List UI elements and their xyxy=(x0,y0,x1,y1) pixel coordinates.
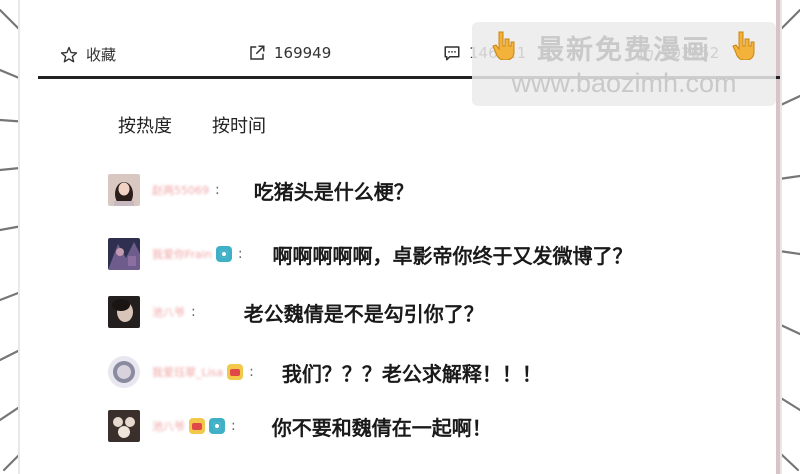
avatar[interactable] xyxy=(108,410,140,442)
favorite-button[interactable]: 收藏 xyxy=(60,44,116,65)
comment-item: 赵两55069 : 吃猪头是什么梗？ xyxy=(108,174,414,206)
star-icon xyxy=(60,46,78,62)
comment-icon xyxy=(444,46,460,61)
comment-text: 老公魏倩是不是勾引你了？ xyxy=(243,301,484,326)
favorite-label: 收藏 xyxy=(86,46,117,64)
sort-by-time-tab[interactable]: 按时间 xyxy=(212,112,266,138)
comment-text: 吃猪头是什么梗？ xyxy=(253,179,414,204)
colon-separator: : xyxy=(231,418,236,434)
username[interactable]: 赵两55069 xyxy=(152,182,209,198)
share-icon xyxy=(250,45,265,60)
comment-item: 我爱你Frain : 啊啊啊啊啊，卓影帝你终于又发微博了？ xyxy=(108,238,633,270)
share-count: 169949 xyxy=(274,44,332,62)
camera-badge-icon xyxy=(215,246,232,262)
share-button[interactable]: 169949 xyxy=(248,44,331,62)
colon-separator: : xyxy=(191,304,196,320)
username[interactable]: 池八爷 xyxy=(152,304,185,320)
comment-item: 池八爷 : 老公魏倩是不是勾引你了？ xyxy=(108,296,484,328)
avatar[interactable] xyxy=(108,238,140,270)
comment-text: 你不要和魏倩在一起啊！ xyxy=(271,415,492,440)
colon-separator: : xyxy=(249,364,254,380)
vip-badge-icon xyxy=(227,364,244,380)
sort-by-hot-tab[interactable]: 按热度 xyxy=(118,112,172,138)
site-watermark: 最新免费漫画 www.baozimh.com xyxy=(472,22,776,106)
avatar[interactable] xyxy=(108,174,140,206)
colon-separator: : xyxy=(215,182,220,198)
comment-item: 池八爷 : 你不要和魏倩在一起啊！ xyxy=(108,410,492,442)
username[interactable]: 池八爷 xyxy=(152,418,185,434)
comment-item: 我爱珏翠_Lisa : 我们？？？老公求解释！！！ xyxy=(108,356,542,388)
watermark-url: www.baozimh.com xyxy=(511,68,737,98)
camera-badge-icon xyxy=(209,418,225,434)
vip-badge-icon xyxy=(189,418,205,434)
comment-text: 啊啊啊啊啊，卓影帝你终于又发微博了？ xyxy=(272,243,633,268)
avatar[interactable] xyxy=(108,296,140,328)
comment-text: 我们？？？老公求解释！！！ xyxy=(281,361,542,386)
username[interactable]: 我爱珏翠_Lisa xyxy=(152,364,223,380)
colon-separator: : xyxy=(237,246,243,262)
avatar[interactable] xyxy=(108,356,140,388)
username[interactable]: 我爱你Frain xyxy=(152,246,212,262)
pointing-hand-icon xyxy=(732,31,755,60)
